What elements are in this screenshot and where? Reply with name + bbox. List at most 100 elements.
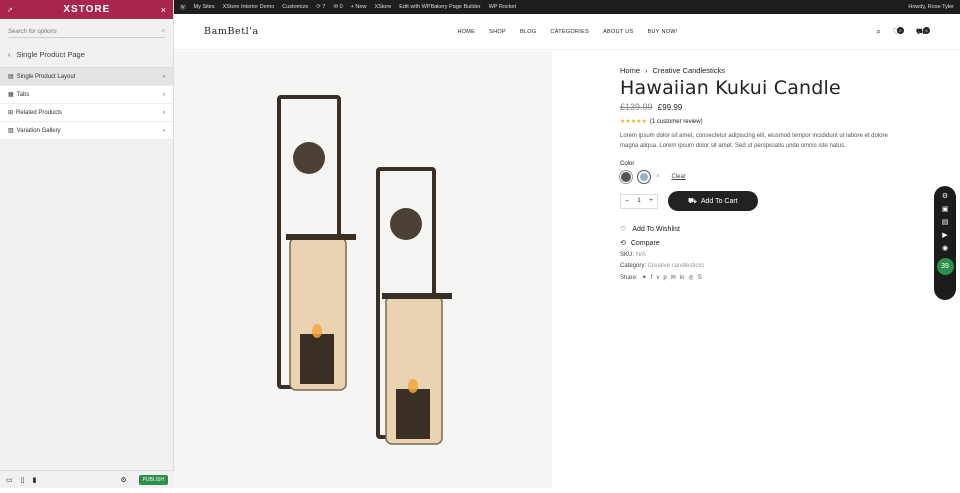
menu-item[interactable]: ABOUT US xyxy=(603,29,633,35)
product-title: Hawaiian Kukui Candle xyxy=(620,77,841,99)
customizer-panel: ↗ XSTORE × Search for options ⌕ ‹ Single… xyxy=(0,0,174,488)
search-placeholder: Search for options xyxy=(8,28,57,35)
product-category: Category: Creative candlesticks xyxy=(620,263,890,269)
section-title: Single Product Page xyxy=(16,50,85,59)
pin-icon[interactable]: ↗ xyxy=(7,6,13,14)
mobile-icon[interactable]: ▮ xyxy=(32,476,36,484)
side-toolbar: ⚙ ▣ ▤ ▶ ◉ 39 xyxy=(934,186,956,300)
quantity-stepper: – 1 + xyxy=(620,193,658,209)
color-swatch-dark[interactable] xyxy=(619,170,633,184)
wp-rocket-link[interactable]: WP Rocket xyxy=(489,4,516,10)
cz-item-variation-gallery[interactable]: ▧ Variation Gallery › xyxy=(0,122,173,140)
pinterest-icon[interactable]: p xyxy=(663,275,666,281)
gear-icon[interactable]: ⚙ xyxy=(120,476,126,484)
site-name-link[interactable]: XStore Interior Demo xyxy=(223,4,275,10)
cart-count: 0 xyxy=(922,26,930,34)
close-icon[interactable]: × xyxy=(161,5,166,15)
linkedin-icon[interactable]: in xyxy=(680,275,685,281)
comments-link[interactable]: ✉ 0 xyxy=(333,4,342,10)
tablet-icon[interactable]: ▯ xyxy=(21,476,25,484)
product-price: £139.99 £99.99 xyxy=(620,102,890,112)
document-icon[interactable]: ▤ xyxy=(942,218,949,226)
layers-icon[interactable]: ⚙ xyxy=(942,192,948,200)
wishlist-icon[interactable]: ♡0 xyxy=(893,27,904,36)
customize-link[interactable]: Customize xyxy=(282,4,308,10)
menu-item[interactable]: HOME xyxy=(457,29,475,35)
wishlist-label: Add To Wishlist xyxy=(632,225,681,233)
cz-item-related-products[interactable]: ⊞ Related Products › xyxy=(0,104,173,122)
updates-link[interactable]: ⟳ 7 xyxy=(316,4,325,10)
cart-icon: ⛟ xyxy=(688,197,697,205)
vk-icon[interactable]: v xyxy=(656,275,659,281)
chevron-right-icon: › xyxy=(645,66,648,75)
play-icon[interactable]: ▶ xyxy=(942,231,947,239)
xstore-link[interactable]: XStore xyxy=(374,4,391,10)
clear-link[interactable]: Clear xyxy=(672,174,686,180)
email-icon[interactable]: ✉ xyxy=(671,274,676,281)
skype-icon[interactable]: S xyxy=(698,275,702,281)
updates-count: 7 xyxy=(322,4,326,10)
menu-item[interactable]: BUY NOW! xyxy=(648,29,678,35)
howdy-link[interactable]: Howdy, Rose Tyler xyxy=(908,4,954,10)
add-to-cart-row: – 1 + ⛟ Add To Cart xyxy=(620,191,890,211)
color-swatch-blue[interactable] xyxy=(637,170,651,184)
product-sku: SKU: N/A xyxy=(620,252,890,258)
search-icon[interactable]: ⌕ xyxy=(876,27,880,37)
product-summary: Home › Creative Candlesticks Hawaiian Ku… xyxy=(619,66,890,281)
counter-badge[interactable]: 39 xyxy=(936,258,954,275)
chevron-right-icon: › xyxy=(163,109,165,116)
menu-item[interactable]: BLOG xyxy=(520,29,536,35)
template-icon[interactable]: ▣ xyxy=(942,205,949,213)
reviews-link[interactable]: (1 customer review) xyxy=(650,119,703,125)
swatch-x-icon[interactable]: × xyxy=(656,174,660,180)
edit-with-link[interactable]: Edit with WPBakery Page Builder xyxy=(399,4,480,10)
add-to-cart-button[interactable]: ⛟ Add To Cart xyxy=(668,191,758,211)
whatsapp-icon[interactable]: ◎ xyxy=(688,274,693,281)
qty-input[interactable]: 1 xyxy=(633,198,645,204)
compare-link[interactable]: ⟲ Compare xyxy=(620,239,890,248)
customizer-footer: ▭ ▯ ▮ ⚙ PUBLISH xyxy=(0,470,174,488)
chevron-right-icon: › xyxy=(163,91,165,98)
cz-item-label: Tabs xyxy=(16,91,30,98)
cz-item-single-product-layout[interactable]: ▤ Single Product Layout › xyxy=(0,68,173,86)
new-label: New xyxy=(355,4,367,10)
section-back[interactable]: ‹ Single Product Page xyxy=(0,42,173,68)
customizer-search-input[interactable]: Search for options ⌕ xyxy=(8,26,165,38)
qty-minus-button[interactable]: – xyxy=(621,198,633,204)
new-link[interactable]: + New xyxy=(351,4,367,10)
cz-item-label: Variation Gallery xyxy=(16,127,61,134)
chevron-left-icon[interactable]: ‹ xyxy=(8,50,11,59)
breadcrumb-home[interactable]: Home xyxy=(620,66,640,75)
desktop-icon[interactable]: ▭ xyxy=(6,476,13,484)
category-label: Category: xyxy=(620,263,647,269)
gallery-icon: ▧ xyxy=(8,128,14,134)
color-swatches: × Clear xyxy=(619,170,890,184)
site-header: BamBetl'a HOME SHOP BLOG CATEGORIES ABOU… xyxy=(174,14,960,50)
my-sites-link[interactable]: My Sites xyxy=(194,4,215,10)
cart-icon[interactable]: ⛟0 xyxy=(916,26,930,37)
menu-item[interactable]: SHOP xyxy=(489,29,506,35)
customizer-header: ↗ XSTORE × xyxy=(0,0,173,19)
site-preview: BamBetl'a HOME SHOP BLOG CATEGORIES ABOU… xyxy=(174,14,960,488)
twitter-icon[interactable]: ✦ xyxy=(642,274,647,281)
sku-label: SKU: xyxy=(620,252,635,258)
menu-item[interactable]: CATEGORIES xyxy=(550,29,589,35)
site-logo[interactable]: BamBetl'a xyxy=(204,26,259,37)
admin-bar: Ⓦ My Sites XStore Interior Demo Customiz… xyxy=(174,0,960,14)
publish-button[interactable]: PUBLISH xyxy=(138,474,168,485)
layout-icon: ▤ xyxy=(8,74,14,80)
xstore-logo: XSTORE xyxy=(63,4,111,15)
chevron-right-icon: › xyxy=(163,73,165,80)
add-to-wishlist-link[interactable]: ♡ Add To Wishlist xyxy=(620,225,890,234)
support-icon[interactable]: ◉ xyxy=(942,244,948,252)
product-description: Lorem ipsum dolor sit amet, consectetur … xyxy=(620,133,888,149)
wordpress-icon[interactable]: Ⓦ xyxy=(180,3,186,11)
cz-item-tabs[interactable]: ▦ Tabs › xyxy=(0,86,173,104)
qty-plus-button[interactable]: + xyxy=(645,198,657,204)
category-link[interactable]: Creative candlesticks xyxy=(648,263,705,269)
product-rating: ★★★★★ (1 customer review) xyxy=(620,118,890,126)
facebook-icon[interactable]: f xyxy=(651,275,653,281)
sale-price: £99.99 xyxy=(657,103,683,112)
product-image[interactable] xyxy=(174,51,552,488)
breadcrumb-category[interactable]: Creative Candlesticks xyxy=(653,66,726,75)
